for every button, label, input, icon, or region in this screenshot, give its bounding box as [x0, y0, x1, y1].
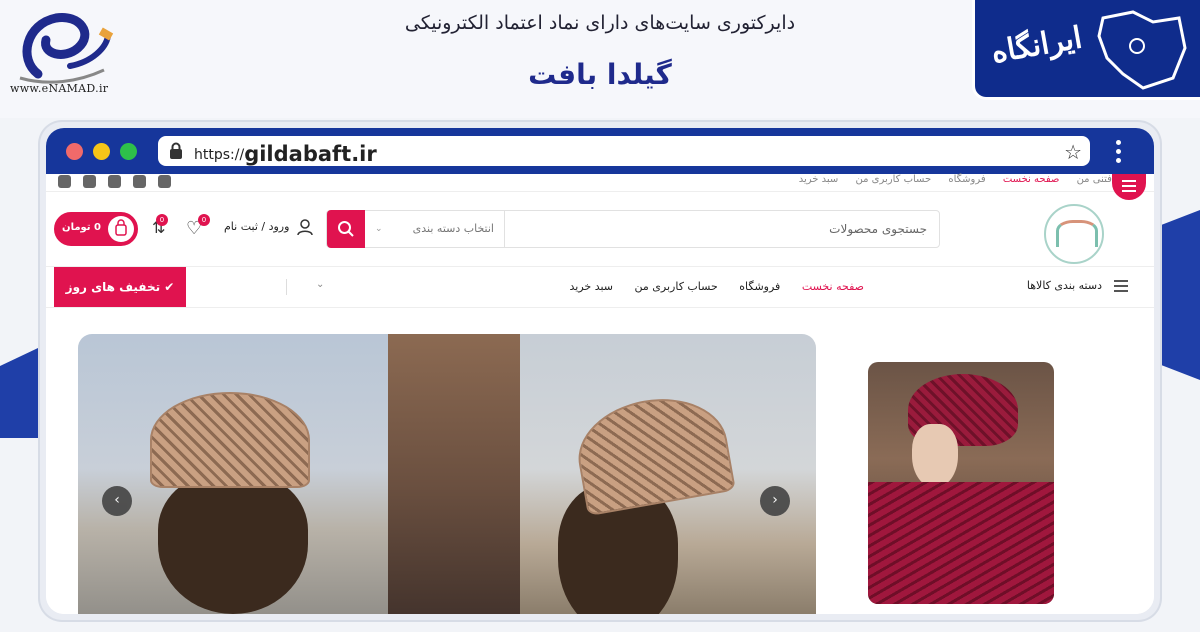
top-link-shop[interactable]: فروشگاه	[948, 174, 985, 185]
chevron-down-icon[interactable]: ⌄	[316, 279, 324, 290]
chevron-down-icon: ⌄	[375, 224, 383, 234]
red-scarf-image	[868, 482, 1054, 604]
gildabaft-logo[interactable]	[1044, 204, 1104, 264]
browser-toolbar: https://gildabaft.ir ☆	[46, 128, 1154, 174]
irangah-logo-text: ایرانگاه	[988, 20, 1085, 71]
url-domain: gildabaft.ir	[244, 142, 377, 166]
search-input[interactable]	[505, 211, 939, 247]
search-icon	[338, 221, 354, 237]
search-button[interactable]	[327, 210, 365, 248]
nav-link-shop[interactable]: فروشگاه	[739, 280, 780, 293]
user-icon[interactable]	[296, 218, 314, 236]
top-link-home[interactable]: صفحه نخست	[1003, 174, 1060, 185]
maximize-window-button[interactable]	[120, 143, 137, 160]
facebook-icon[interactable]	[158, 175, 171, 188]
url-prefix: https://	[194, 147, 245, 163]
cart-total: 0 تومان	[62, 222, 101, 233]
top-bar: دنیای بافتنی من صفحه نخست فروشگاه حساب ک…	[46, 174, 1154, 200]
hero-slider: ‹ ›	[78, 334, 816, 614]
category-select-label: انتخاب دسته بندی	[412, 222, 494, 235]
directory-title: دایرکتوری سایت‌های دارای نماد اعتماد الک…	[404, 12, 796, 34]
site-title: گیلدا بافت	[528, 58, 672, 91]
category-select[interactable]: انتخاب دسته بندی ⌄	[365, 211, 505, 247]
address-bar[interactable]: https://gildabaft.ir ☆	[158, 136, 1090, 166]
categories-menu[interactable]: دسته بندی کالاها	[1027, 279, 1102, 292]
pinterest-icon[interactable]	[58, 175, 71, 188]
youtube-icon[interactable]	[83, 175, 96, 188]
instagram-icon[interactable]	[108, 175, 121, 188]
nav-link-cart[interactable]: سبد خرید	[570, 280, 614, 293]
side-banner-image[interactable]	[868, 362, 1054, 604]
top-link-cart[interactable]: سبد خرید	[799, 174, 839, 185]
enamad-url-text: www.eNAMAD.ir	[10, 82, 109, 95]
slider-prev-arrow[interactable]: ‹	[102, 486, 132, 516]
decor-stripe-left	[0, 348, 38, 438]
close-window-button[interactable]	[66, 143, 83, 160]
wishlist-count-badge: 0	[198, 214, 210, 226]
iran-map-icon	[1097, 10, 1187, 90]
model-face	[912, 424, 958, 488]
decor-stripe-right	[1156, 210, 1200, 380]
shopping-bag-icon	[108, 216, 134, 242]
top-link-account[interactable]: حساب کاربری من	[855, 174, 931, 185]
enamad-banner: www.eNAMAD.ir دایرکتوری سایت‌های دارای ن…	[0, 0, 1200, 118]
slider-next-arrow[interactable]: ›	[760, 486, 790, 516]
irangah-logo: ایرانگاه	[972, 0, 1200, 100]
login-register-link[interactable]: ورود / ثبت نام	[224, 220, 289, 233]
cart-button[interactable]: 0 تومان	[54, 212, 138, 246]
compare-count-badge: 0	[156, 214, 168, 226]
lock-icon	[170, 142, 182, 159]
search-bar: انتخاب دسته بندی ⌄	[326, 210, 940, 248]
site-header: انتخاب دسته بندی ⌄ ورود / ثبت نام	[46, 196, 1154, 266]
url-text: https://gildabaft.ir	[194, 140, 377, 166]
main-navigation: دسته بندی کالاها ⌄ صفحه نخست فروشگاه حسا…	[46, 266, 1154, 308]
model-hair	[158, 474, 308, 614]
browser-viewport: https://gildabaft.ir ☆ دنیای بافتنی من ص…	[46, 128, 1154, 614]
browser-menu-icon[interactable]	[1114, 138, 1122, 164]
bookmark-star-icon[interactable]: ☆	[1064, 140, 1082, 164]
nav-link-home[interactable]: صفحه نخست	[802, 280, 864, 293]
crochet-hat-image	[150, 392, 310, 488]
nav-links: صفحه نخست فروشگاه حساب کاربری من سبد خری…	[552, 280, 864, 293]
web-page: دنیای بافتنی من صفحه نخست فروشگاه حساب ک…	[46, 174, 1154, 614]
daily-deals-button[interactable]: ✔ تخفیف های روز	[54, 267, 186, 307]
categories-menu-icon	[1114, 280, 1128, 292]
browser-window: https://gildabaft.ir ☆ دنیای بافتنی من ص…	[40, 122, 1160, 620]
slide-photo-middle	[388, 334, 520, 614]
nav-link-account[interactable]: حساب کاربری من	[635, 280, 718, 293]
minimize-window-button[interactable]	[93, 143, 110, 160]
nav-divider	[286, 279, 287, 295]
top-links: دنیای بافتنی من صفحه نخست فروشگاه حساب ک…	[785, 174, 1142, 185]
x-twitter-icon[interactable]	[133, 175, 146, 188]
social-links	[58, 175, 171, 188]
